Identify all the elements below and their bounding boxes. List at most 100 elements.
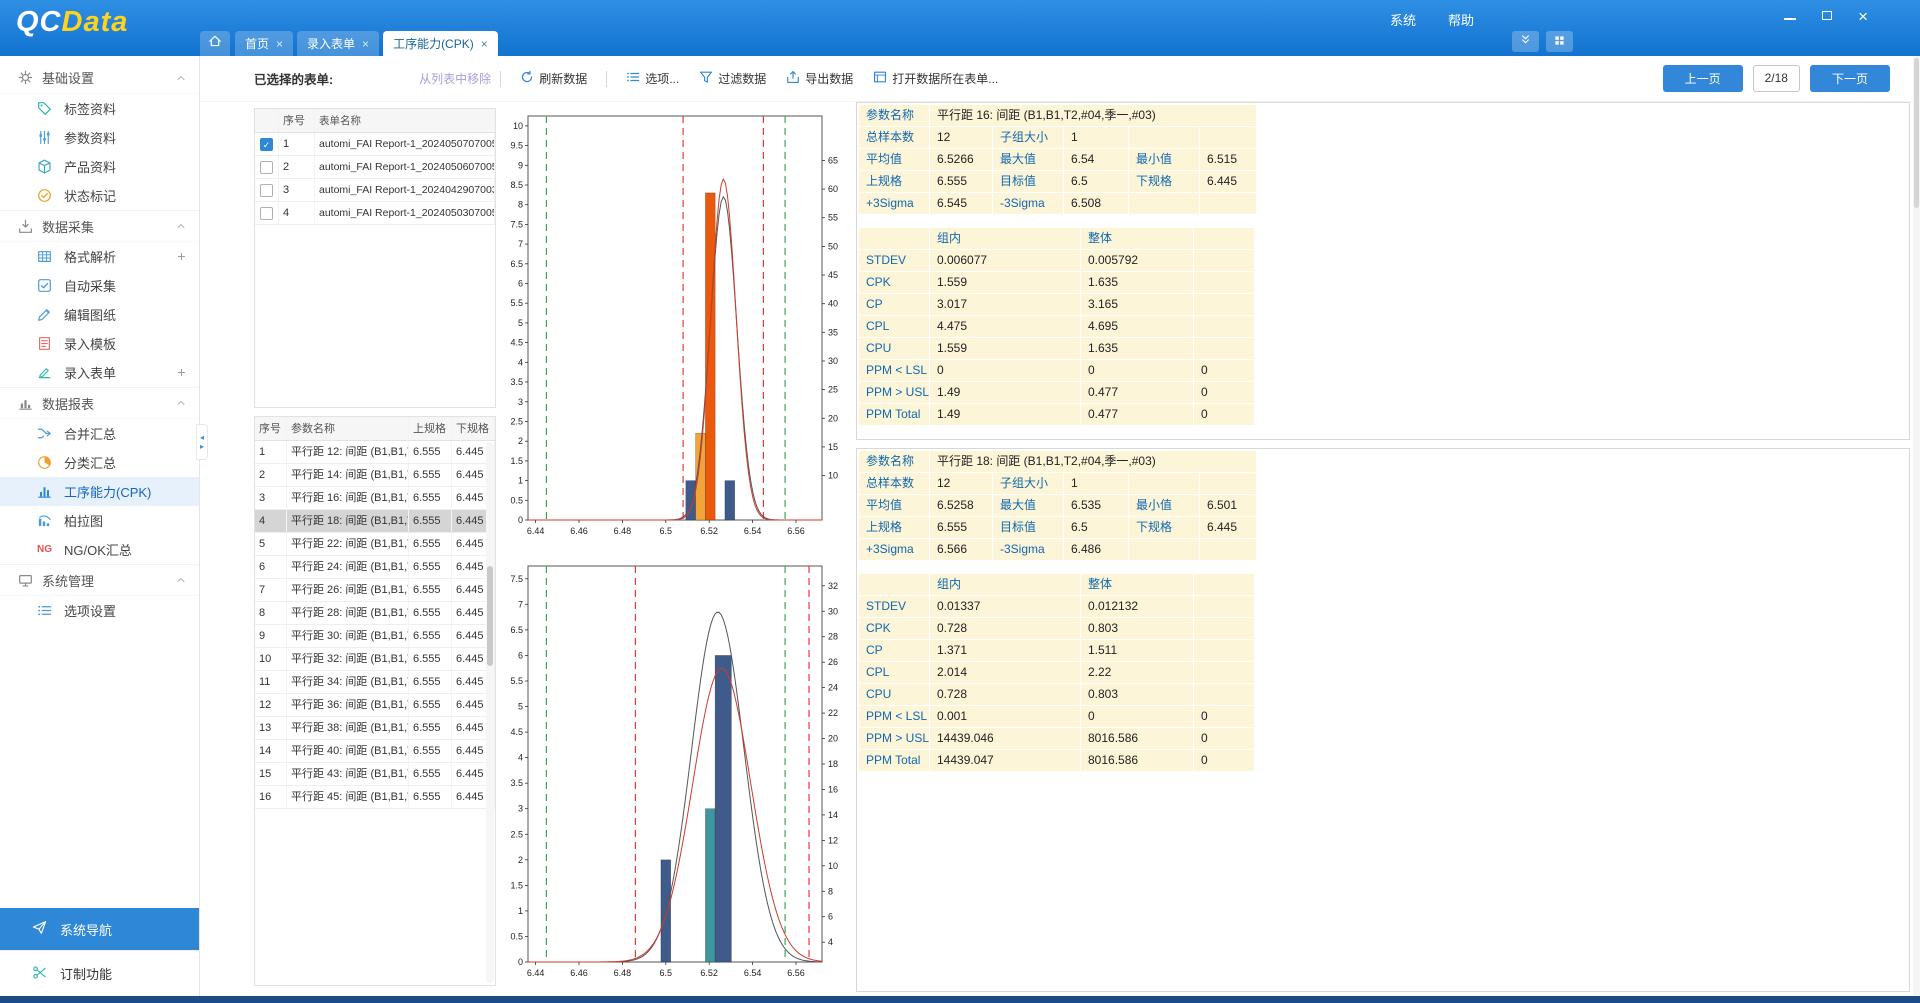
histogram-bar: [705, 809, 715, 962]
parameter-row[interactable]: 13平行距 38: 间距 (B1,B1,T2...6.5556.445: [255, 717, 495, 740]
remove-from-list-link[interactable]: 从列表中移除: [419, 70, 491, 87]
stat-cell: 参数名称: [859, 451, 929, 472]
button-label: 打开数据所在表单...: [892, 70, 998, 87]
filter-data-button[interactable]: 过滤数据: [699, 70, 766, 87]
sidebar-item-format-parsing[interactable]: 格式解析: [0, 242, 199, 271]
sidebar-item-status-marks[interactable]: 状态标记: [0, 181, 199, 210]
sidebar-section-data-reports[interactable]: 数据报表: [0, 387, 199, 419]
form-row[interactable]: 4automi_FAI Report-1_20240503070051: [255, 202, 495, 225]
row-index: 2: [255, 464, 287, 486]
menu-help[interactable]: 帮助: [1448, 10, 1474, 29]
add-icon[interactable]: [176, 367, 187, 378]
form-row[interactable]: 2automi_FAI Report-1_20240506070051: [255, 156, 495, 179]
sidebar-item-ng-ok-summary[interactable]: NGNG/OK汇总: [0, 535, 199, 564]
parameter-row[interactable]: 9平行距 30: 间距 (B1,B1,T2...6.5556.445: [255, 625, 495, 648]
tab-close-icon[interactable]: ×: [481, 37, 488, 51]
sidebar-item-process-capability-cpk[interactable]: 工序能力(CPK): [0, 477, 199, 506]
pie-icon: [37, 455, 54, 470]
row-index: 8: [255, 602, 287, 624]
sidebar-footer-system-navigation[interactable]: 系统导航: [0, 908, 199, 950]
sidebar-section-data-collection[interactable]: 数据采集: [0, 210, 199, 242]
stat-cell: 0.01337: [930, 596, 1080, 617]
window-scrollbar[interactable]: [1913, 56, 1920, 996]
stat-cell: [1194, 596, 1254, 617]
scrollbar-thumb[interactable]: [1914, 58, 1919, 208]
sidebar-section-basic-settings[interactable]: 基础设置: [0, 62, 199, 94]
tab-close-icon[interactable]: ×: [362, 37, 369, 51]
sidebar-item-pareto-chart[interactable]: 柏拉图: [0, 506, 199, 535]
parameter-row[interactable]: 1平行距 12: 间距 (B1,B1,T2...6.5556.445: [255, 441, 495, 464]
stat-cell: 组内: [930, 574, 1080, 595]
svg-text:32: 32: [828, 581, 838, 591]
sidebar-item-product-data[interactable]: 产品资料: [0, 152, 199, 181]
sidebar-footer-custom-functions[interactable]: 订制功能: [0, 950, 199, 996]
open-source-form-button[interactable]: 打开数据所在表单...: [873, 70, 998, 87]
refresh-data-button[interactable]: 刷新数据: [520, 70, 587, 87]
close-button[interactable]: ×: [1858, 8, 1868, 25]
sidebar-item-label-data[interactable]: 标签资料: [0, 94, 199, 123]
parameter-row[interactable]: 2平行距 14: 间距 (B1,B1,T2...6.5556.445: [255, 464, 495, 487]
form-row[interactable]: 3automi_FAI Report-1_20240429070039: [255, 179, 495, 202]
maximize-button[interactable]: [1822, 7, 1832, 25]
parameter-row[interactable]: 7平行距 26: 间距 (B1,B1,T2...6.5556.445: [255, 579, 495, 602]
svg-text:25: 25: [828, 385, 838, 395]
svg-text:6.48: 6.48: [614, 526, 632, 536]
histogram-bar: [715, 655, 731, 962]
sidebar-item-parameter-data[interactable]: 参数资料: [0, 123, 199, 152]
home-tab[interactable]: [200, 31, 230, 56]
parameter-row[interactable]: 16平行距 45: 间距 (B1,B1,T2...6.5556.445: [255, 786, 495, 809]
prev-page-button[interactable]: 上一页: [1663, 65, 1743, 92]
add-icon[interactable]: [176, 251, 187, 262]
next-page-button[interactable]: 下一页: [1810, 65, 1890, 92]
usl-value: 6.555: [409, 648, 452, 670]
parameter-row[interactable]: 11平行距 34: 间距 (B1,B1,T2...6.5556.445: [255, 671, 495, 694]
stat-cell: 1: [1064, 127, 1128, 148]
tab-entry-form[interactable]: 录入表单 ×: [297, 31, 379, 56]
sidebar-item-option-settings[interactable]: 选项设置: [0, 596, 199, 625]
report-icon: [18, 396, 33, 411]
options-icon: [626, 70, 640, 87]
parameter-row[interactable]: 3平行距 16: 间距 (B1,B1,T2...6.5556.445: [255, 487, 495, 510]
tab-scroll-button[interactable]: [1512, 31, 1539, 52]
parameter-row[interactable]: 15平行距 43: 间距 (B1,B1,T2...6.5556.445: [255, 763, 495, 786]
parameter-row[interactable]: 6平行距 24: 间距 (B1,B1,T2...6.5556.445: [255, 556, 495, 579]
parameter-row[interactable]: 8平行距 28: 间距 (B1,B1,T2...6.5556.445: [255, 602, 495, 625]
parameter-row[interactable]: 12平行距 36: 间距 (B1,B1,T2...6.5556.445: [255, 694, 495, 717]
sidebar-item-auto-collection[interactable]: 自动采集: [0, 271, 199, 300]
scrollbar-thumb[interactable]: [487, 566, 493, 666]
stats-panel-1: 参数名称平行距 16: 间距 (B1,B1,T2,#04,季一,#03)总样本数…: [856, 102, 1910, 440]
charts-column: 00.511.522.533.544.555.566.577.588.599.5…: [498, 102, 852, 994]
form-row[interactable]: ✓1automi_FAI Report-1_20240507070051: [255, 133, 495, 156]
svg-text:6: 6: [828, 912, 833, 922]
sidebar-item-category-summary[interactable]: 分类汇总: [0, 448, 199, 477]
sidebar-item-entry-template[interactable]: 录入模板: [0, 329, 199, 358]
stat-cell: 0.006077: [930, 250, 1080, 271]
sidebar-collapse-handle[interactable]: ◂▸: [196, 424, 208, 460]
stat-cell: CP: [859, 640, 929, 661]
parameter-list-scrollbar[interactable]: [486, 442, 494, 983]
row-checkbox[interactable]: [260, 161, 273, 174]
tab-process-capability-cpk[interactable]: 工序能力(CPK)×: [383, 31, 498, 56]
sidebar-item-merge-summary[interactable]: 合并汇总: [0, 419, 199, 448]
tab-label: 录入表单: [307, 35, 355, 52]
tab-menu-button[interactable]: [1546, 31, 1573, 52]
stat-cell: 0.012132: [1081, 596, 1193, 617]
row-checkbox[interactable]: ✓: [260, 138, 273, 151]
sidebar-section-system-management[interactable]: 系统管理: [0, 564, 199, 596]
menu-system[interactable]: 系统: [1390, 10, 1416, 29]
sidebar-item-label: 产品资料: [64, 157, 116, 176]
svg-text:4: 4: [828, 937, 833, 947]
parameter-row[interactable]: 14平行距 40: 间距 (B1,B1,T2...6.5556.445: [255, 740, 495, 763]
export-data-button[interactable]: 导出数据: [786, 70, 853, 87]
row-checkbox[interactable]: [260, 184, 273, 197]
minimize-button[interactable]: [1784, 7, 1796, 25]
options-button[interactable]: 选项...: [626, 70, 679, 87]
parameter-row[interactable]: 10平行距 32: 间距 (B1,B1,T2...6.5556.445: [255, 648, 495, 671]
parameter-row[interactable]: 4平行距 18: 间距 (B1,B1,T2...6.5556.445: [255, 510, 495, 533]
tab-home-page[interactable]: 首页×: [235, 31, 293, 56]
sidebar-item-edit-drawings[interactable]: 编辑图纸: [0, 300, 199, 329]
sidebar-item-entry-form[interactable]: 录入表单: [0, 358, 199, 387]
row-checkbox[interactable]: [260, 207, 273, 220]
tab-close-icon[interactable]: ×: [276, 37, 283, 51]
parameter-row[interactable]: 5平行距 22: 间距 (B1,B1,T2...6.5556.445: [255, 533, 495, 556]
